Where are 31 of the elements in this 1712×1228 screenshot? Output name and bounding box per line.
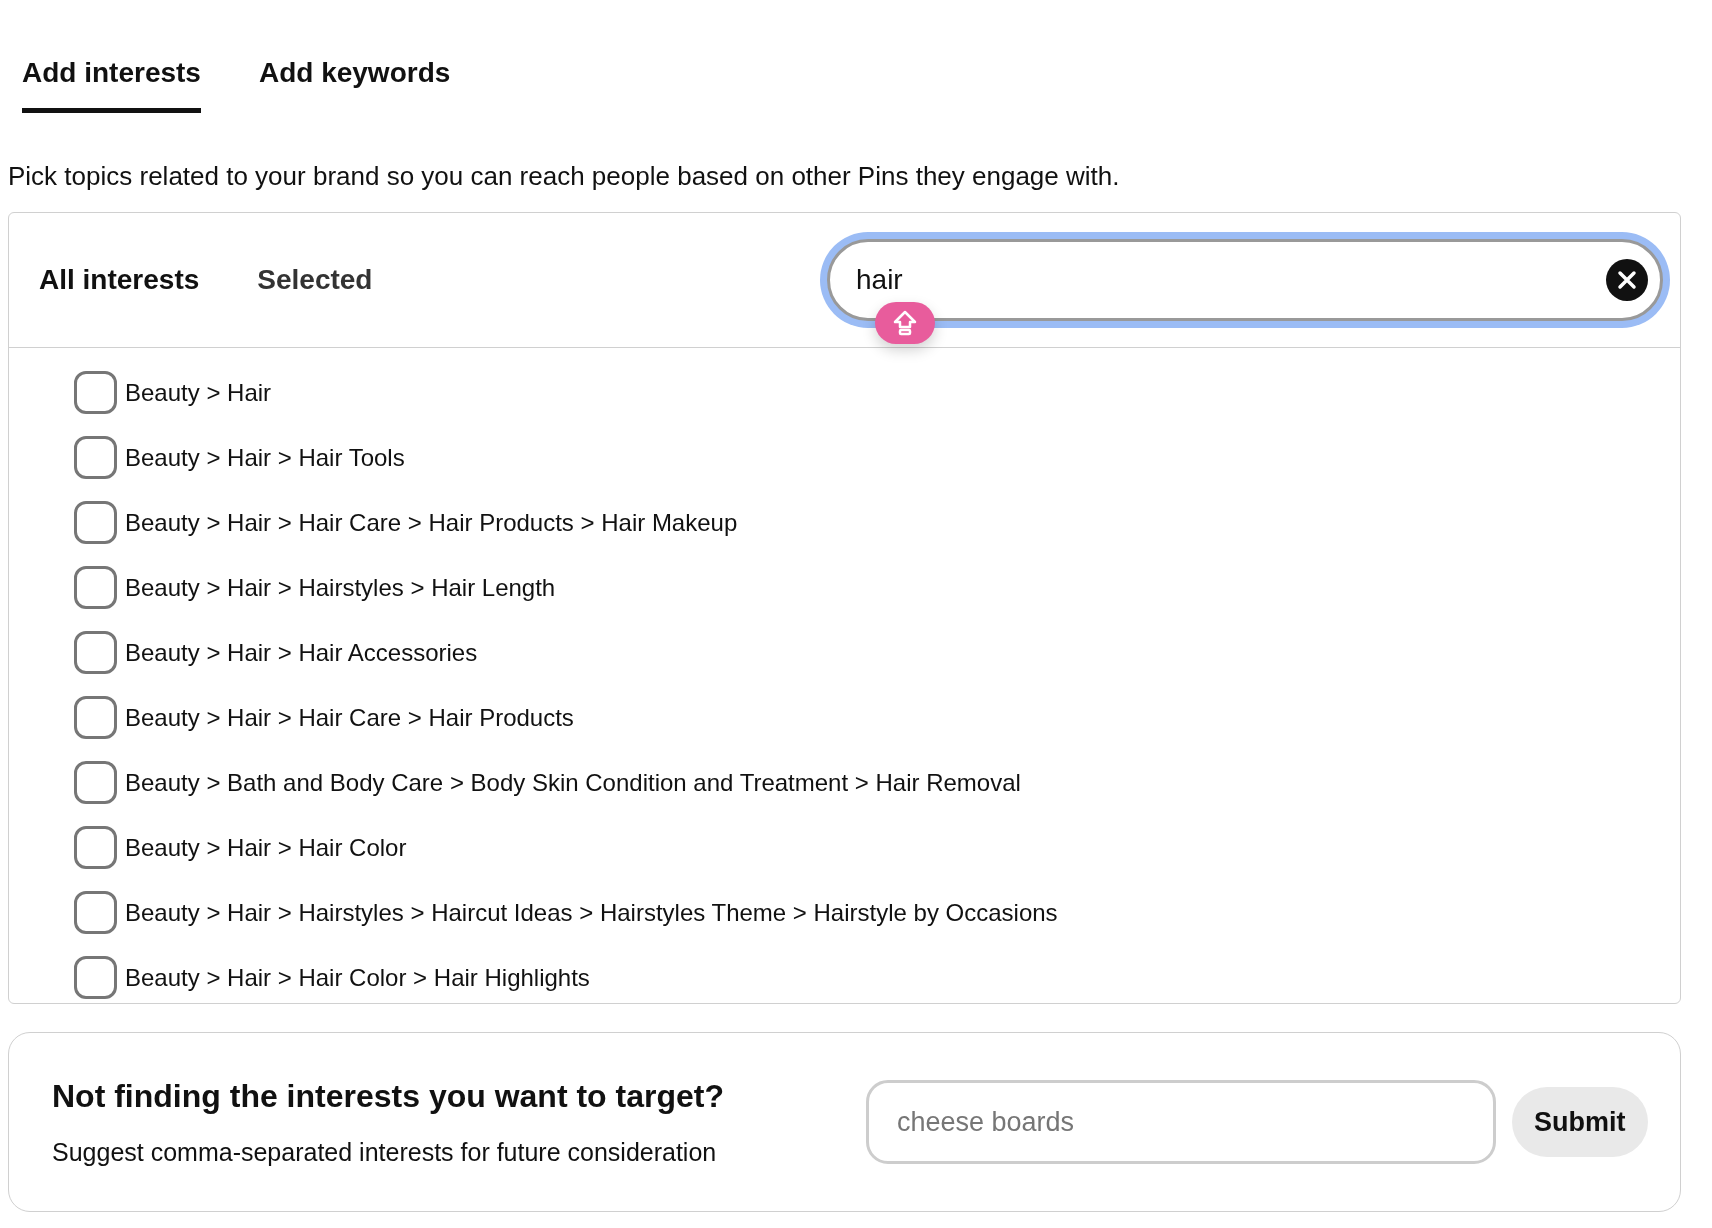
interest-label: Beauty > Hair > Hair Care > Hair Products [125, 702, 574, 733]
tab[interactable]: Add keywords [258, 52, 451, 113]
checkbox[interactable] [74, 501, 117, 544]
checkbox[interactable] [74, 566, 117, 609]
checkbox[interactable] [74, 891, 117, 934]
interest-label: Beauty > Bath and Body Care > Body Skin Condition and Treatment > Hair Removal [125, 767, 1021, 798]
checkbox[interactable] [74, 371, 117, 414]
interest-label: Beauty > Hair > Hairstyles > Hair Length [125, 572, 556, 603]
search-field[interactable]: hair [827, 239, 1663, 321]
submit-button[interactable]: Submit [1512, 1087, 1648, 1157]
checkbox[interactable] [74, 826, 117, 869]
interest-label: Beauty > Hair [125, 377, 272, 408]
checkbox[interactable] [74, 436, 117, 479]
checkbox[interactable] [74, 696, 117, 739]
checkbox[interactable] [74, 761, 117, 804]
suggest-input-field[interactable]: cheese boards [866, 1080, 1496, 1164]
suggest-title: Not finding the interests you want to target? [52, 1077, 725, 1117]
filter-tab[interactable]: All interests [39, 259, 200, 301]
description-text: Pick topics related to your brand so you can reach people based on other Pins they engage with. [8, 160, 1121, 193]
interest-label: Beauty > Hair > Hairstyles > Haircut Ideas > Hairstyles Theme > Hairstyle by Occasions [125, 897, 1058, 928]
interest-label: Beauty > Hair > Hair Color > Hair Highlights [125, 962, 590, 993]
checkbox[interactable] [74, 631, 117, 674]
interest-label: Beauty > Hair > Hair Tools [125, 442, 405, 473]
checkbox[interactable] [74, 956, 117, 999]
suggest-subtitle: Suggest comma-separated interests for future consideration [52, 1137, 718, 1169]
arrow-up-badge-icon[interactable] [875, 302, 935, 344]
filter-tab[interactable]: Selected [257, 259, 373, 301]
interest-label: Beauty > Hair > Hair Color [125, 832, 407, 863]
tab[interactable]: Add interests [22, 52, 201, 113]
interest-label: Beauty > Hair > Hair Accessories [125, 637, 478, 668]
interest-label: Beauty > Hair > Hair Care > Hair Products > Hair Makeup [125, 507, 738, 538]
